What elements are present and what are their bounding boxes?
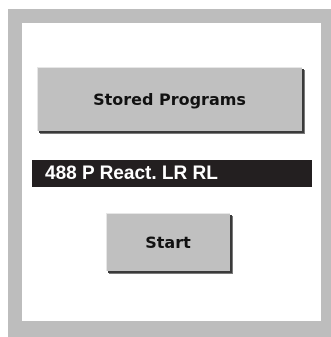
start-button[interactable]: Start — [106, 213, 230, 271]
screen-frame: Stored Programs 488 P React. LR RL Start — [8, 9, 331, 337]
selected-program-display: 488 P React. LR RL — [32, 160, 312, 187]
stored-programs-button[interactable]: Stored Programs — [37, 67, 302, 131]
